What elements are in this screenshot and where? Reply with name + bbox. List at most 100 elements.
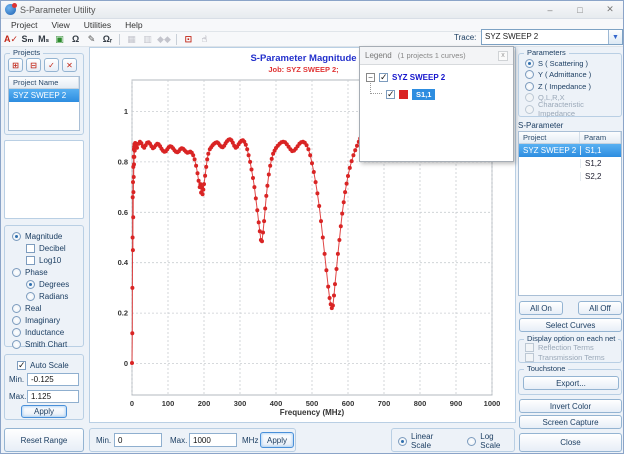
data-point [304,143,309,148]
radio-radians[interactable] [26,291,35,301]
s-to-m-convert-icon[interactable]: Sₘ [20,33,35,46]
option-real[interactable]: Real [12,302,83,314]
project-row[interactable]: SYZ SWEEP 2 [9,89,79,102]
minimize-button[interactable]: – [539,3,561,16]
zoom-select-icon[interactable]: ⊡ [181,33,196,46]
reset-range-button[interactable]: Reset Range [4,428,84,452]
option-phase[interactable]: Phase [12,266,83,278]
remove-project-button[interactable]: ⊟ [26,58,41,72]
x-tick-label: 700 [378,399,391,408]
option-smith-chart[interactable]: Smith Chart [12,338,83,350]
freq-apply-button[interactable]: Apply [260,432,294,448]
confirm-project-button[interactable]: ✓ [44,58,59,72]
legend-project-checkbox[interactable] [379,72,388,83]
delete-project-button[interactable]: ✕ [62,58,77,72]
option-magnitude[interactable]: Magnitude [12,230,83,242]
parameter-y-admittance[interactable]: Y ( Admittance ) [525,70,621,81]
invert-color-button[interactable]: Invert Color [519,399,622,413]
tree-collapse-icon[interactable]: − [366,73,375,82]
scale-apply-button[interactable]: Apply [21,405,67,418]
radio-phase[interactable] [12,267,21,277]
checkbox-decibel[interactable] [26,243,35,253]
parameter-s-scattering[interactable]: S ( Scattering ) [525,58,621,69]
net-option-transmission-terms: Transmission Terms [525,353,621,364]
impedance-omega-icon[interactable]: Ω [68,33,83,46]
freq-max-input[interactable] [189,433,237,447]
auto-scale-checkbox[interactable] [17,360,26,371]
window-controls: – □ ✕ [539,3,621,16]
option-inductance[interactable]: Inductance [12,326,83,338]
data-point [132,154,137,159]
chevron-down-icon[interactable]: ▼ [608,30,622,44]
freq-max-label: Max. [170,436,188,445]
legend-panel: Legend (1 projects 1 curves) x − SYZ SWE… [359,46,514,162]
option-log-scale[interactable]: Log Scale [467,432,514,450]
display-options-group: Magnitude Decibel Log10 Phase Degrees Radians… [4,225,84,350]
option-imaginary[interactable]: Imaginary [12,314,83,326]
legend-curve-row[interactable]: S1,1 [386,89,436,100]
freq-unit-label: MHz [242,436,259,445]
select-curves-button[interactable]: Select Curves [519,318,622,332]
parameter-z-impedance[interactable]: Z ( Impedance ) [525,81,621,92]
data-point [246,153,251,158]
omega-r-icon[interactable]: Ωᵣ [100,33,115,46]
radio-degrees[interactable] [26,279,35,289]
radio-real[interactable] [12,303,21,313]
maximize-button[interactable]: □ [569,3,591,16]
legend-project-row[interactable]: − SYZ SWEEP 2 [366,72,445,83]
sparameter-row[interactable]: S1,2 [519,157,621,170]
option-linear-scale[interactable]: Linear Scale [398,432,453,450]
data-point [130,361,134,365]
add-project-button[interactable]: ⊞ [8,58,23,72]
option-radians[interactable]: Radians [26,290,83,302]
legend-header[interactable]: Legend (1 projects 1 curves) x [360,47,513,65]
label-transmission-terms: Transmission Terms [538,353,605,363]
radio-log-scale[interactable] [467,436,477,446]
option-degrees[interactable]: Degrees [26,278,83,290]
radio-smith-chart[interactable] [12,339,21,349]
auto-scale-option[interactable]: Auto Scale [17,359,69,371]
option-log10[interactable]: Log10 [26,254,83,266]
edit-plot-icon[interactable]: ✎ [84,33,99,46]
menu-view[interactable]: View [44,20,76,30]
close-button[interactable]: ✕ [599,3,621,16]
data-point [266,172,271,177]
data-point [201,187,206,192]
pan-hand-icon[interactable]: ☝ [197,33,212,46]
legend-curve-checkbox[interactable] [386,89,395,100]
radio-linear-scale[interactable] [398,436,407,446]
label-decibel: Decibel [39,243,66,253]
sparameter-row[interactable]: SYZ SWEEP 2 S1,1 [519,144,621,157]
menu-utilities[interactable]: Utilities [77,20,118,30]
checkbox-log10[interactable] [26,255,35,265]
all-off-button[interactable]: All Off [578,301,622,315]
scale-max-input[interactable] [27,390,79,403]
menu-help[interactable]: Help [118,20,149,30]
empty-listbox[interactable] [4,140,84,219]
radio-magnitude[interactable] [12,231,21,241]
x-tick-label: 800 [414,399,427,408]
m-to-s-convert-icon[interactable]: Mₛ [36,33,51,46]
parameter-characteristic-impedance: Characteristic Impedance [525,100,621,118]
menu-project[interactable]: Project [4,20,44,30]
radio-z-impedance[interactable] [525,81,534,91]
all-on-button[interactable]: All On [519,301,563,315]
freq-min-input[interactable] [114,433,162,447]
label-characteristic-impedance: Characteristic Impedance [538,100,584,119]
scale-min-input[interactable] [27,373,79,386]
screen-capture-button[interactable]: Screen Capture [519,415,622,429]
radio-q-l-r-x [525,93,534,103]
export-button[interactable]: Export... [523,376,619,390]
trace-combobox[interactable]: SYZ SWEEP 2 ▼ [481,29,623,45]
radio-y-admittance[interactable] [525,70,534,80]
close-dialog-button[interactable]: Close [519,433,622,452]
radio-imaginary[interactable] [12,315,21,325]
radio-inductance[interactable] [12,327,21,337]
sparameter-row[interactable]: S2,2 [519,170,621,183]
radio-s-scattering[interactable] [525,58,534,68]
import-data-icon[interactable]: ▣ [52,33,67,46]
ac-check-icon[interactable]: A✓ [3,33,19,46]
option-decibel[interactable]: Decibel [26,242,83,254]
net-option-reflection-terms: Reflection Terms [525,342,621,353]
legend-close-icon[interactable]: x [498,50,508,61]
